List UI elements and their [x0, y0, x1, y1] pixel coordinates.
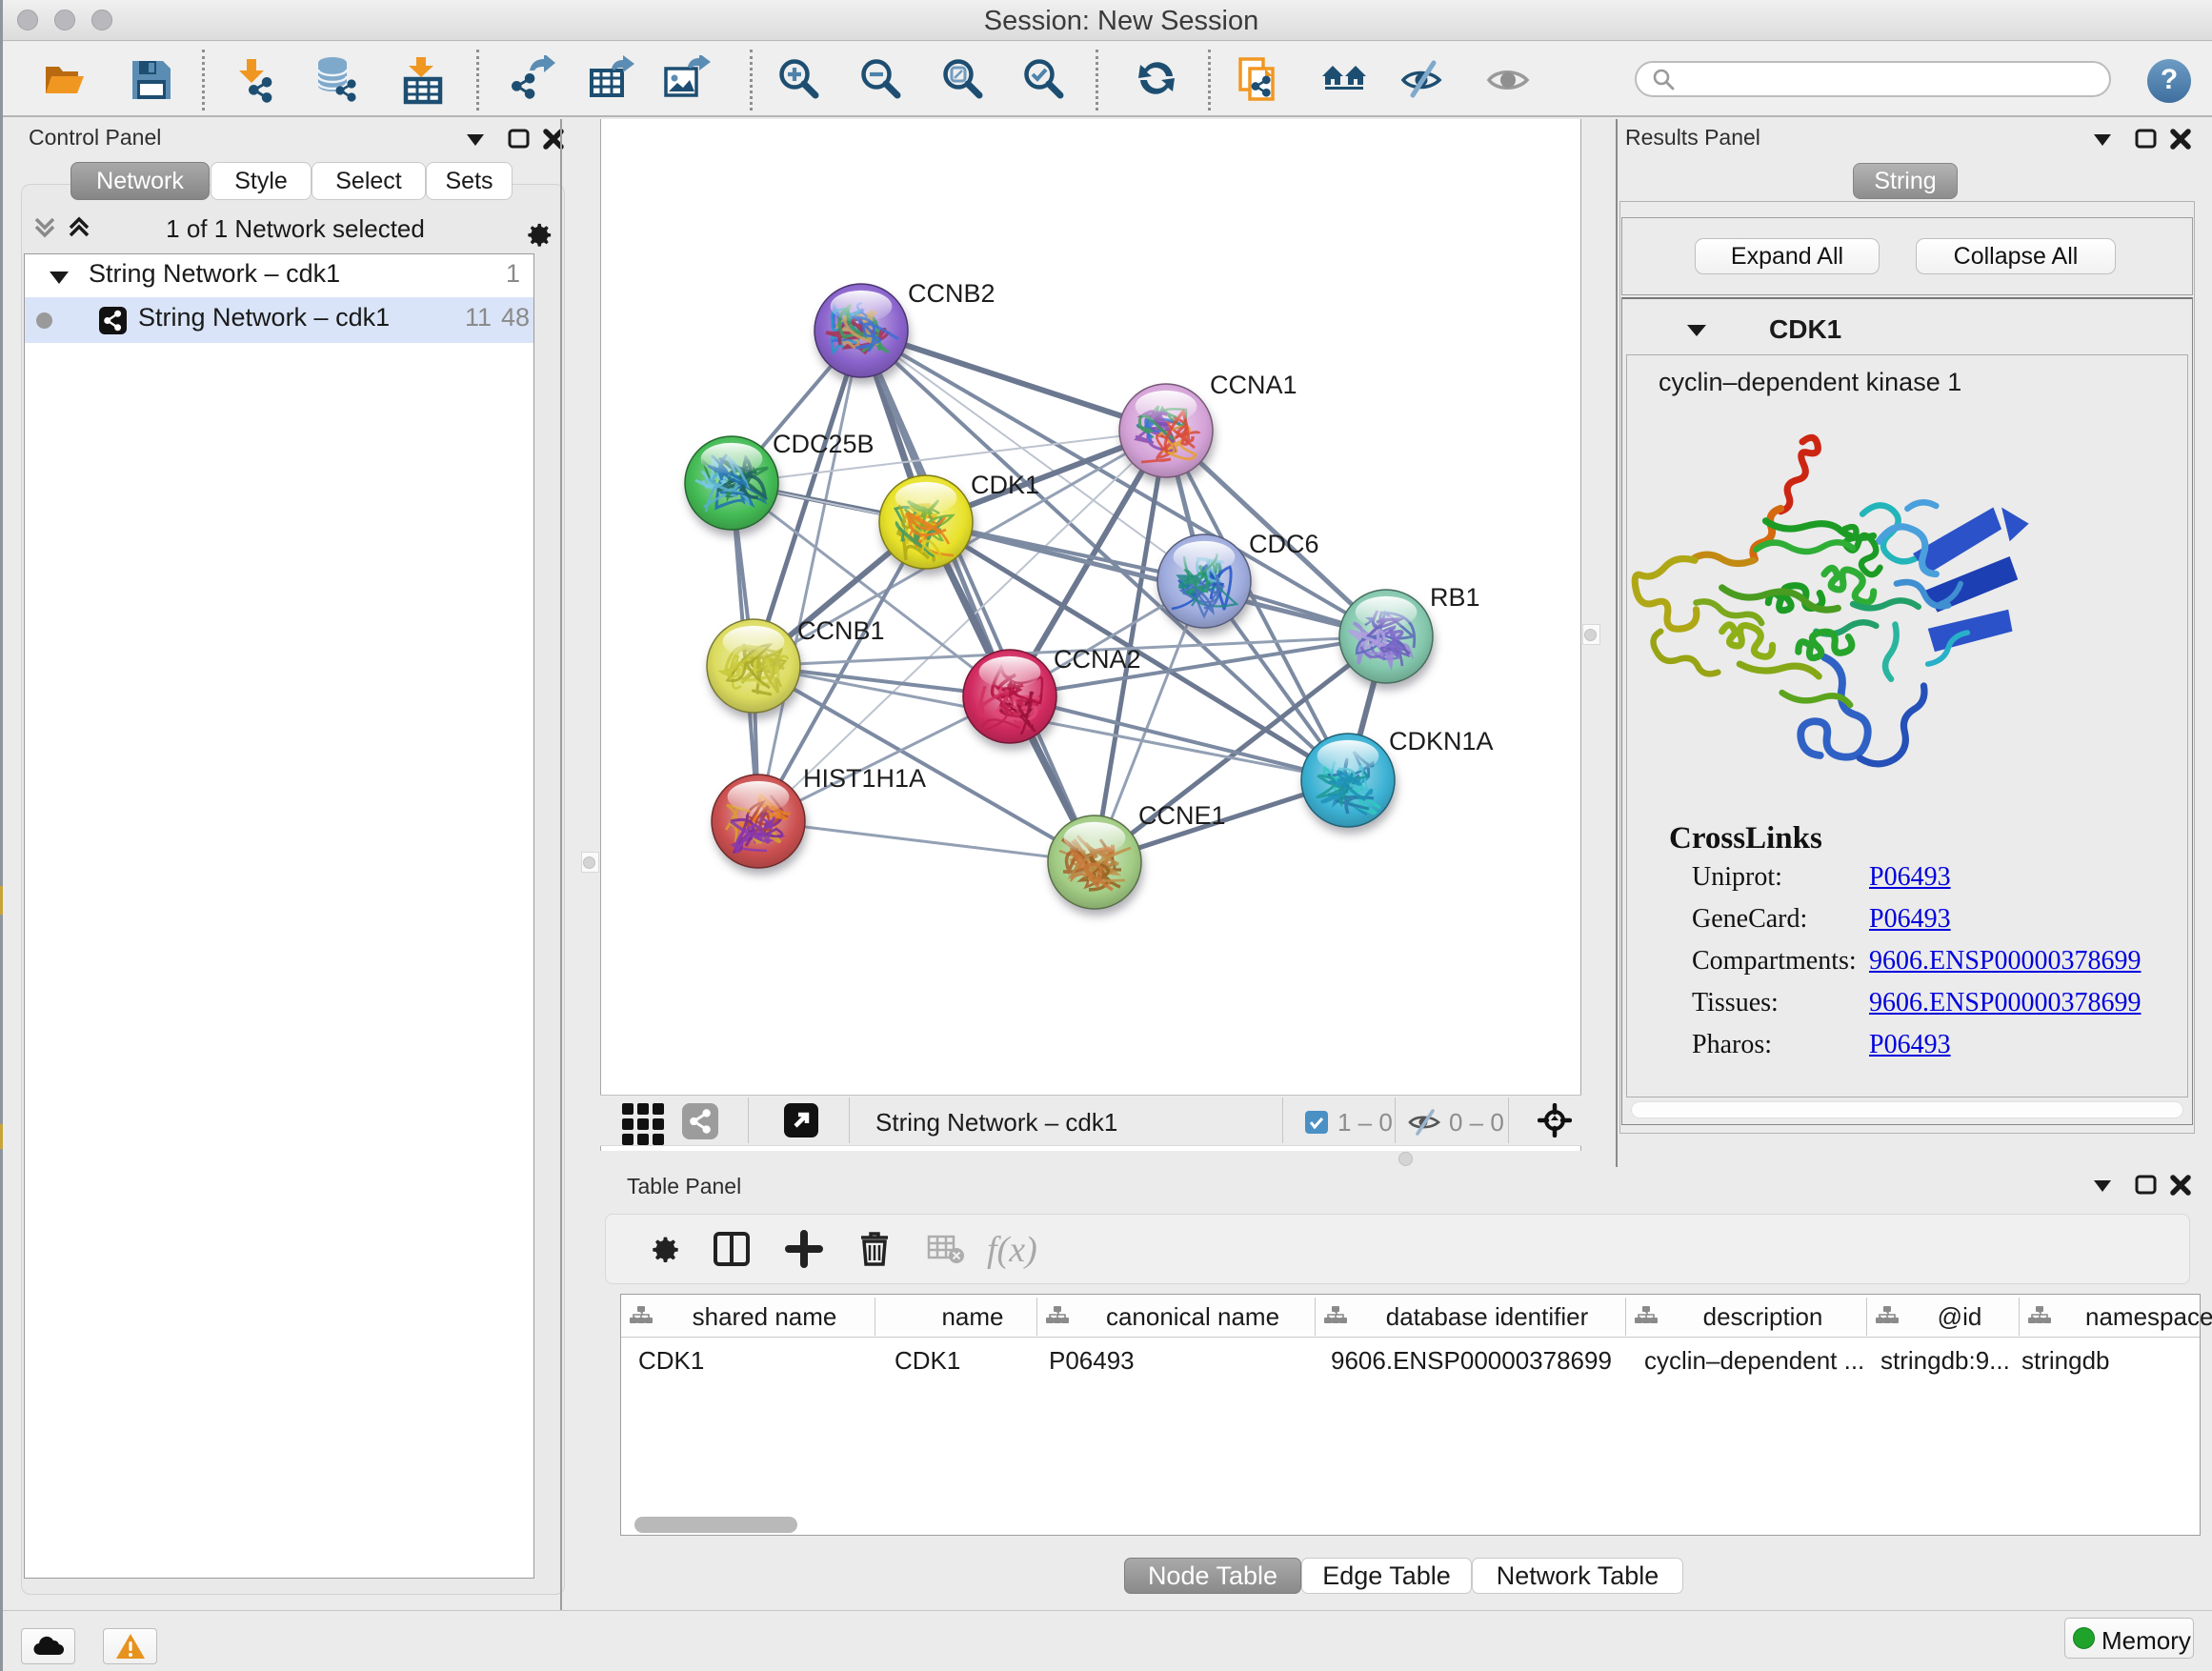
svg-text:CCNE1: CCNE1: [1138, 801, 1226, 830]
svg-text:CDC6: CDC6: [1249, 530, 1319, 558]
svg-text:CCNB1: CCNB1: [797, 616, 885, 645]
svg-text:CCNA2: CCNA2: [1054, 645, 1141, 674]
svg-text:CDC25B: CDC25B: [773, 430, 875, 458]
svg-text:HIST1H1A: HIST1H1A: [803, 764, 926, 793]
svg-text:CDK1: CDK1: [971, 471, 1039, 499]
svg-text:CCNB2: CCNB2: [908, 279, 995, 308]
svg-text:CDKN1A: CDKN1A: [1389, 727, 1494, 755]
svg-text:RB1: RB1: [1430, 583, 1480, 612]
svg-text:CCNA1: CCNA1: [1210, 371, 1297, 399]
